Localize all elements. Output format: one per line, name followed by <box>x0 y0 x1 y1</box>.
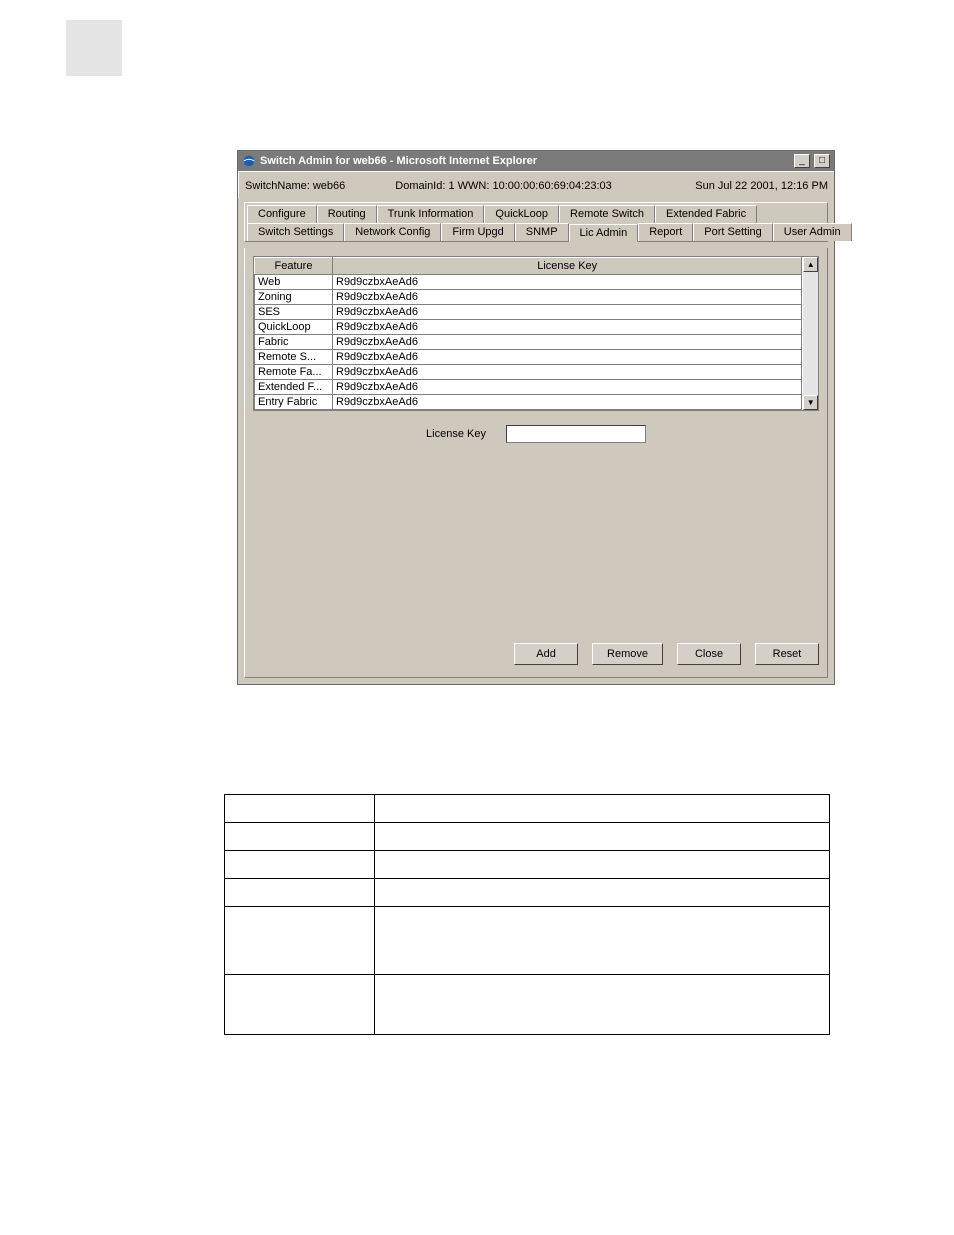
table-row[interactable]: ZoningR9d9czbxAeAd6 <box>255 290 802 305</box>
cell-license-key: R9d9czbxAeAd6 <box>333 320 802 335</box>
window-switch-admin: Switch Admin for web66 - Microsoft Inter… <box>237 150 835 685</box>
desc-cell <box>375 851 830 879</box>
tab-switch-settings[interactable]: Switch Settings <box>247 223 344 241</box>
tab-user-admin[interactable]: User Admin <box>773 223 852 241</box>
scroll-up-icon[interactable]: ▲ <box>803 257 818 272</box>
tab-extended-fabric[interactable]: Extended Fabric <box>655 205 757 223</box>
desc-cell <box>375 907 830 975</box>
desc-cell <box>225 879 375 907</box>
table-row[interactable]: WebR9d9czbxAeAd6 <box>255 275 802 290</box>
tab-lic-admin[interactable]: Lic Admin <box>569 224 639 242</box>
table-row[interactable]: SESR9d9czbxAeAd6 <box>255 305 802 320</box>
cell-feature: Remote S... <box>255 350 333 365</box>
desc-cell <box>225 823 375 851</box>
col-header-feature: Feature <box>255 258 333 275</box>
desc-cell <box>375 975 830 1035</box>
tab-routing[interactable]: Routing <box>317 205 377 223</box>
close-button[interactable]: Close <box>677 643 741 665</box>
cell-license-key: R9d9czbxAeAd6 <box>333 305 802 320</box>
table-row[interactable]: Remote Fa...R9d9czbxAeAd6 <box>255 365 802 380</box>
desc-cell <box>225 795 375 823</box>
desc-cell <box>375 823 830 851</box>
desc-cell <box>225 907 375 975</box>
tab-remote-switch[interactable]: Remote Switch <box>559 205 655 223</box>
tab-report[interactable]: Report <box>638 223 693 241</box>
table-row[interactable]: QuickLoopR9d9czbxAeAd6 <box>255 320 802 335</box>
ie-icon <box>242 154 256 168</box>
remove-button[interactable]: Remove <box>592 643 663 665</box>
cell-feature: Fabric <box>255 335 333 350</box>
table-scrollbar[interactable]: ▲ ▼ <box>802 257 818 410</box>
cell-feature: Entry Fabric <box>255 395 333 410</box>
tab-panel-lic-admin: Feature License Key WebR9d9czbxAeAd6Zoni… <box>244 248 828 678</box>
table-row[interactable]: FabricR9d9czbxAeAd6 <box>255 335 802 350</box>
tab-configure[interactable]: Configure <box>247 205 317 223</box>
cell-license-key: R9d9czbxAeAd6 <box>333 395 802 410</box>
datetime: Sun Jul 22 2001, 12:16 PM <box>695 180 828 192</box>
window-title: Switch Admin for web66 - Microsoft Inter… <box>260 155 537 167</box>
license-key-label: License Key <box>426 428 486 440</box>
col-header-key: License Key <box>333 258 802 275</box>
status-bar: SwitchName: web66 DomainId: 1 WWN: 10:00… <box>238 171 834 198</box>
license-key-entry: License Key <box>253 425 819 443</box>
cell-license-key: R9d9czbxAeAd6 <box>333 290 802 305</box>
tab-port-setting[interactable]: Port Setting <box>693 223 772 241</box>
tab-snmp[interactable]: SNMP <box>515 223 569 241</box>
tab-row-1: Configure Routing Trunk Information Quic… <box>247 205 825 223</box>
cell-feature: Extended F... <box>255 380 333 395</box>
cell-license-key: R9d9czbxAeAd6 <box>333 365 802 380</box>
desc-cell <box>375 795 830 823</box>
cell-feature: Zoning <box>255 290 333 305</box>
cell-feature: Remote Fa... <box>255 365 333 380</box>
cell-license-key: R9d9czbxAeAd6 <box>333 350 802 365</box>
add-button[interactable]: Add <box>514 643 578 665</box>
tab-trunk-info[interactable]: Trunk Information <box>377 205 485 223</box>
maximize-button[interactable]: □ <box>814 154 830 168</box>
table-row[interactable]: Entry FabricR9d9czbxAeAd6 <box>255 395 802 410</box>
titlebar: Switch Admin for web66 - Microsoft Inter… <box>238 151 834 171</box>
tab-container: Configure Routing Trunk Information Quic… <box>244 202 828 242</box>
scroll-down-icon[interactable]: ▼ <box>803 395 818 410</box>
button-row: Add Remove Close Reset <box>253 629 819 665</box>
page-marker <box>66 20 122 76</box>
cell-feature: QuickLoop <box>255 320 333 335</box>
field-description-table <box>224 794 830 1035</box>
switchname: SwitchName: web66 <box>245 180 345 192</box>
domain-wwn: DomainId: 1 WWN: 10:00:00:60:69:04:23:03 <box>395 180 611 192</box>
tab-network-config[interactable]: Network Config <box>344 223 441 241</box>
table-row[interactable]: Extended F...R9d9czbxAeAd6 <box>255 380 802 395</box>
cell-license-key: R9d9czbxAeAd6 <box>333 335 802 350</box>
desc-cell <box>225 975 375 1035</box>
reset-button[interactable]: Reset <box>755 643 819 665</box>
license-table: Feature License Key WebR9d9czbxAeAd6Zoni… <box>254 257 802 410</box>
cell-license-key: R9d9czbxAeAd6 <box>333 380 802 395</box>
tab-row-2: Switch Settings Network Config Firm Upgd… <box>247 223 825 241</box>
desc-cell <box>375 879 830 907</box>
tab-quickloop[interactable]: QuickLoop <box>484 205 559 223</box>
table-row[interactable]: Remote S...R9d9czbxAeAd6 <box>255 350 802 365</box>
cell-feature: SES <box>255 305 333 320</box>
cell-feature: Web <box>255 275 333 290</box>
tab-firm-upgd[interactable]: Firm Upgd <box>441 223 514 241</box>
license-key-input[interactable] <box>506 425 646 443</box>
scroll-track[interactable] <box>803 272 818 395</box>
license-table-wrap: Feature License Key WebR9d9czbxAeAd6Zoni… <box>253 256 819 411</box>
cell-license-key: R9d9czbxAeAd6 <box>333 275 802 290</box>
minimize-button[interactable]: _ <box>794 154 810 168</box>
desc-cell <box>225 851 375 879</box>
